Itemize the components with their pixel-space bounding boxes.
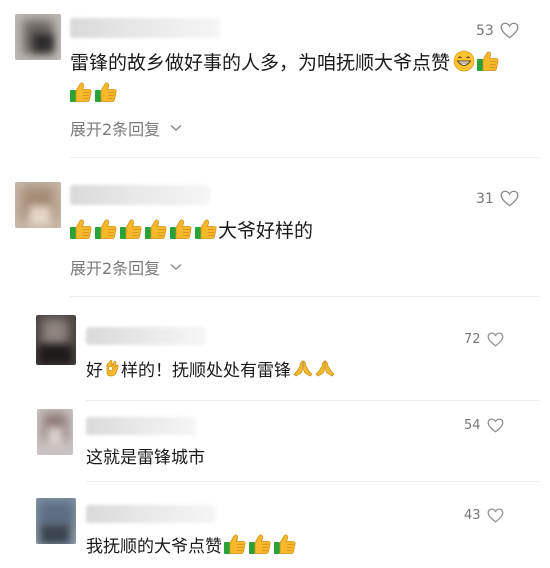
comment-item: 53 雷锋的故乡做好事的人多，为咱抚顺大爷点赞 展开2条回复: [0, 0, 550, 160]
heart-outline-icon[interactable]: [500, 190, 519, 207]
thumbs-up-emoji: [119, 218, 143, 240]
divider: [86, 481, 540, 482]
like-button[interactable]: 72: [464, 332, 504, 347]
expand-replies-label: 展开2条回复: [70, 259, 161, 278]
folded-hands-emoji: [293, 359, 313, 377]
like-count: 54: [464, 418, 481, 433]
divider: [86, 400, 540, 401]
thumbs-up-emoji: [476, 50, 500, 72]
like-button[interactable]: 53: [476, 22, 519, 39]
chevron-down-icon: [170, 263, 182, 271]
comment-text: 这就是雷锋城市: [86, 443, 205, 468]
folded-hands-emoji: [315, 359, 335, 377]
avatar[interactable]: [15, 182, 61, 228]
heart-outline-icon[interactable]: [487, 418, 504, 433]
like-count: 53: [476, 22, 494, 39]
comment-item: 72 好 样的！抚顺处处有雷锋: [0, 305, 550, 401]
username-blurred[interactable]: [70, 18, 220, 38]
like-button[interactable]: 54: [464, 418, 504, 433]
grinning-face-emoji: [453, 50, 475, 72]
comment-text-content: 大爷好样的: [218, 219, 314, 242]
comment-text-content: 雷锋的故乡做好事的人多，为咱抚顺大爷点赞: [70, 51, 451, 74]
thumbs-up-emoji: [223, 533, 247, 555]
username-blurred[interactable]: [70, 185, 210, 205]
avatar[interactable]: [36, 315, 76, 365]
avatar[interactable]: [37, 409, 73, 455]
expand-replies-button[interactable]: 展开2条回复: [70, 255, 182, 279]
ok-hand-emoji: [104, 359, 120, 377]
thumbs-up-emoji: [144, 218, 168, 240]
expand-replies-label: 展开2条回复: [70, 120, 161, 139]
thumbs-up-emoji: [69, 81, 93, 103]
heart-outline-icon[interactable]: [487, 508, 504, 523]
thumbs-up-emoji: [273, 533, 297, 555]
heart-outline-icon[interactable]: [500, 22, 519, 39]
comment-item: 54 这就是雷锋城市: [0, 405, 550, 485]
comment-text-content: 我抚顺的大爷点赞: [86, 536, 222, 557]
username-blurred[interactable]: [86, 505, 216, 523]
thumbs-up-emoji: [69, 218, 93, 240]
like-button[interactable]: 43: [464, 508, 504, 523]
comment-text: 大爷好样的: [68, 216, 313, 242]
like-count: 72: [464, 332, 481, 347]
chevron-down-icon: [170, 124, 182, 132]
avatar[interactable]: [15, 14, 61, 60]
thumbs-up-emoji: [194, 218, 218, 240]
comment-text: 我抚顺的大爷点赞: [86, 532, 297, 557]
thumbs-up-emoji: [248, 533, 272, 555]
avatar[interactable]: [36, 498, 76, 544]
expand-replies-button[interactable]: 展开2条回复: [70, 116, 182, 140]
comment-item: 43 我抚顺的大爷点赞: [0, 495, 550, 568]
like-count: 43: [464, 508, 481, 523]
thumbs-up-emoji: [169, 218, 193, 240]
username-blurred[interactable]: [86, 327, 206, 345]
comment-text-content: 这就是雷锋城市: [86, 447, 205, 468]
divider: [70, 157, 540, 158]
thumbs-up-emoji: [94, 81, 118, 103]
username-blurred[interactable]: [86, 417, 196, 435]
comment-text: 雷锋的故乡做好事的人多，为咱抚顺大爷点赞: [70, 48, 500, 74]
like-count: 31: [476, 190, 494, 207]
thumbs-up-emoji: [94, 218, 118, 240]
divider: [70, 296, 540, 297]
comment-text-part1: 好: [86, 360, 103, 381]
comment-text: 好 样的！抚顺处处有雷锋: [86, 356, 335, 381]
comment-item: 31 大爷好样的 展开2条回复: [0, 165, 550, 297]
like-button[interactable]: 31: [476, 190, 519, 207]
comment-text-line2: [68, 80, 118, 104]
heart-outline-icon[interactable]: [487, 332, 504, 347]
comment-text-part2: 样的！抚顺处处有雷锋: [121, 360, 291, 381]
